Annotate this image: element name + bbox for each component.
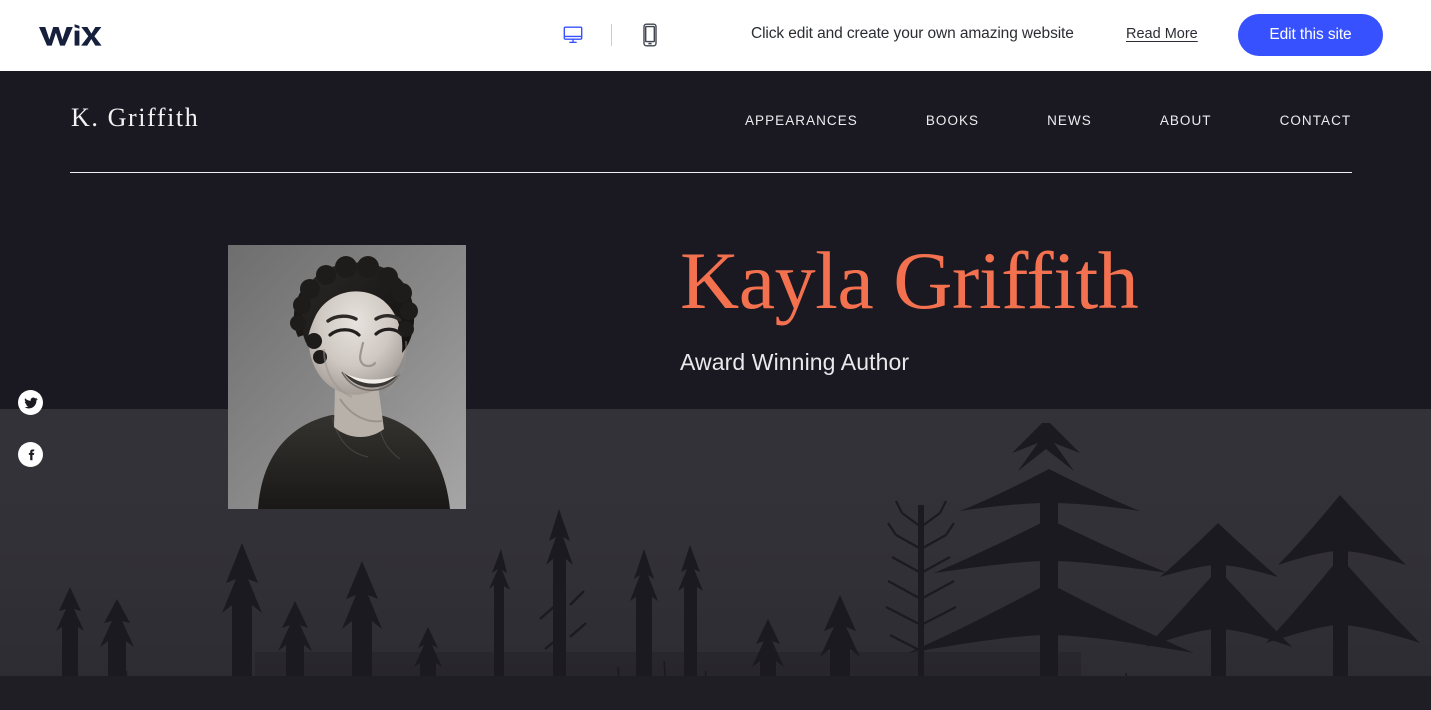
toggle-divider [611, 24, 612, 46]
twitter-icon[interactable] [18, 390, 43, 415]
read-more-link[interactable]: Read More [1126, 26, 1198, 42]
site-header: K. Griffith APPEARANCES BOOKS NEWS ABOUT… [0, 71, 1431, 181]
social-rail [18, 390, 43, 467]
nav-item-books[interactable]: BOOKS [926, 113, 979, 128]
device-view-toggle [556, 18, 667, 52]
page-title: Kayla Griffith [680, 235, 1139, 326]
page-subtitle: Award Winning Author [680, 349, 910, 376]
browser-viewport: Click edit and create your own amazing w… [0, 0, 1431, 710]
hero-text-block: Kayla Griffith Award Winning Author [680, 235, 1139, 376]
wix-top-bar: Click edit and create your own amazing w… [0, 0, 1431, 71]
nav-item-news[interactable]: NEWS [1047, 113, 1092, 128]
nav-item-appearances[interactable]: APPEARANCES [745, 113, 858, 128]
edit-this-site-button[interactable]: Edit this site [1238, 14, 1383, 56]
foreground-ground [0, 676, 1431, 710]
tree-silhouettes [0, 409, 1431, 710]
author-portrait [228, 245, 466, 509]
facebook-icon[interactable] [18, 442, 43, 467]
main-navigation: APPEARANCES BOOKS NEWS ABOUT CONTACT [745, 113, 1351, 128]
nav-item-contact[interactable]: CONTACT [1280, 113, 1352, 128]
site-brand[interactable]: K. Griffith [71, 103, 199, 133]
desktop-view-icon[interactable] [556, 18, 590, 52]
forest-background [0, 409, 1431, 710]
nav-item-about[interactable]: ABOUT [1160, 113, 1212, 128]
promo-message: Click edit and create your own amazing w… [751, 25, 1074, 42]
website-canvas: K. Griffith APPEARANCES BOOKS NEWS ABOUT… [0, 71, 1431, 710]
header-divider [70, 172, 1352, 173]
mobile-view-icon[interactable] [633, 18, 667, 52]
wix-logo[interactable] [38, 20, 102, 50]
